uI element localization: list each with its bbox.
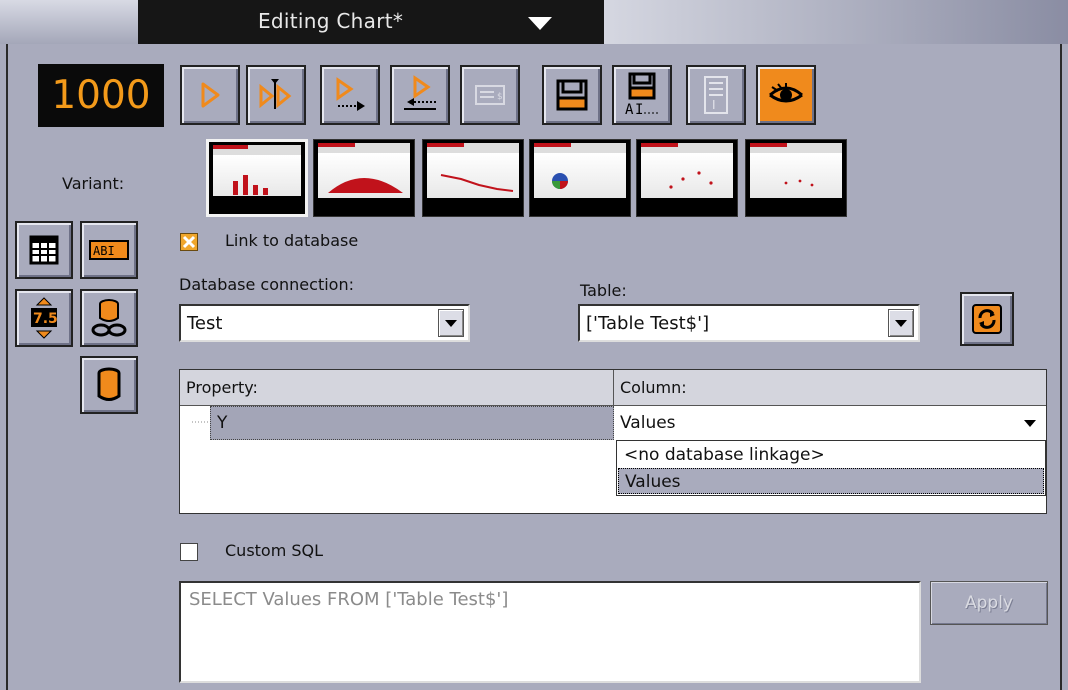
save-as-icon: AI bbox=[625, 72, 660, 118]
save-as-button[interactable]: AI bbox=[612, 65, 672, 125]
play-step-button[interactable] bbox=[246, 65, 306, 125]
apply-button[interactable]: Apply bbox=[930, 581, 1048, 625]
svg-text:ABI: ABI bbox=[93, 244, 115, 258]
custom-sql-checkbox[interactable] bbox=[180, 543, 198, 561]
chevron-down-icon[interactable] bbox=[888, 309, 914, 337]
property-header[interactable]: Property: bbox=[180, 370, 614, 406]
text-edit-button[interactable]: $ bbox=[460, 65, 520, 125]
chevron-down-icon[interactable] bbox=[1024, 420, 1036, 427]
play-button[interactable] bbox=[180, 65, 240, 125]
column-cell-select[interactable]: Values bbox=[614, 406, 1046, 440]
database-connection-select[interactable]: Test bbox=[179, 304, 470, 342]
custom-sql-label: Custom SQL bbox=[225, 541, 324, 560]
eye-icon bbox=[769, 83, 803, 103]
column-header[interactable]: Column: bbox=[614, 370, 1046, 406]
window-title: Editing Chart* bbox=[258, 9, 404, 33]
svg-text:I: I bbox=[712, 98, 716, 112]
property-cell-y[interactable]: Y bbox=[210, 406, 614, 440]
database-tool-button[interactable] bbox=[80, 356, 138, 414]
table-select[interactable]: ['Table Test$'] bbox=[578, 304, 920, 342]
table-label: Table: bbox=[580, 281, 627, 300]
value-stepper-icon: 7.5 bbox=[31, 297, 58, 339]
link-to-database-checkbox[interactable] bbox=[180, 233, 198, 251]
play-step-icon bbox=[259, 79, 292, 109]
table-icon bbox=[29, 235, 59, 265]
variant-label: Variant: bbox=[62, 174, 125, 193]
chevron-down-icon[interactable] bbox=[438, 309, 464, 337]
variant-thumbnail-bar[interactable] bbox=[206, 139, 308, 217]
svg-text:7.5: 7.5 bbox=[33, 311, 58, 327]
svg-text:A: A bbox=[625, 102, 634, 118]
chevron-down-icon[interactable] bbox=[528, 17, 552, 30]
play-out-button[interactable] bbox=[320, 65, 380, 125]
play-in-icon bbox=[404, 75, 436, 110]
preview-button[interactable] bbox=[756, 65, 816, 125]
database-link-icon bbox=[91, 299, 127, 337]
dropdown-option-no-linkage[interactable]: <no database linkage> bbox=[618, 442, 1044, 468]
play-in-button[interactable] bbox=[390, 65, 450, 125]
column-dropdown-list: <no database linkage> Values bbox=[616, 440, 1046, 496]
save-icon bbox=[556, 79, 588, 111]
variant-thumbnail-points[interactable] bbox=[745, 139, 847, 217]
text-field-icon: ABI bbox=[89, 240, 129, 260]
refresh-button[interactable] bbox=[960, 292, 1014, 346]
variant-thumbnail-area[interactable] bbox=[313, 139, 415, 217]
frame-counter: 1000 bbox=[38, 64, 164, 127]
svg-text:I: I bbox=[635, 102, 643, 118]
variant-thumbnail-pie[interactable] bbox=[529, 139, 631, 217]
variant-thumbnail-line[interactable] bbox=[422, 139, 524, 217]
text-field-tool-button[interactable]: ABI bbox=[80, 221, 138, 279]
database-connection-label: Database connection: bbox=[179, 275, 354, 294]
sql-query-textarea[interactable]: SELECT Values FROM ['Table Test$'] bbox=[179, 581, 921, 683]
table-value: ['Table Test$'] bbox=[586, 312, 710, 334]
document-icon: I bbox=[704, 76, 728, 114]
database-connection-value: Test bbox=[187, 312, 223, 334]
database-link-tool-button[interactable] bbox=[80, 289, 138, 347]
check-x-icon bbox=[182, 235, 196, 249]
link-to-database-label: Link to database bbox=[225, 231, 359, 250]
tree-line bbox=[192, 421, 208, 423]
play-out-icon bbox=[336, 77, 365, 111]
play-icon bbox=[201, 82, 220, 108]
text-edit-icon: $ bbox=[475, 85, 505, 105]
variant-thumbnail-scatter[interactable] bbox=[636, 139, 738, 217]
properties-button[interactable]: I bbox=[686, 65, 746, 125]
database-icon bbox=[97, 367, 121, 401]
value-stepper-tool-button[interactable]: 7.5 bbox=[15, 289, 73, 347]
dropdown-option-values[interactable]: Values bbox=[618, 468, 1044, 494]
table-tool-button[interactable] bbox=[15, 221, 73, 279]
svg-text:$: $ bbox=[497, 92, 503, 102]
save-button[interactable] bbox=[542, 65, 602, 125]
refresh-icon bbox=[972, 304, 1002, 334]
column-cell-value: Values bbox=[620, 413, 676, 433]
